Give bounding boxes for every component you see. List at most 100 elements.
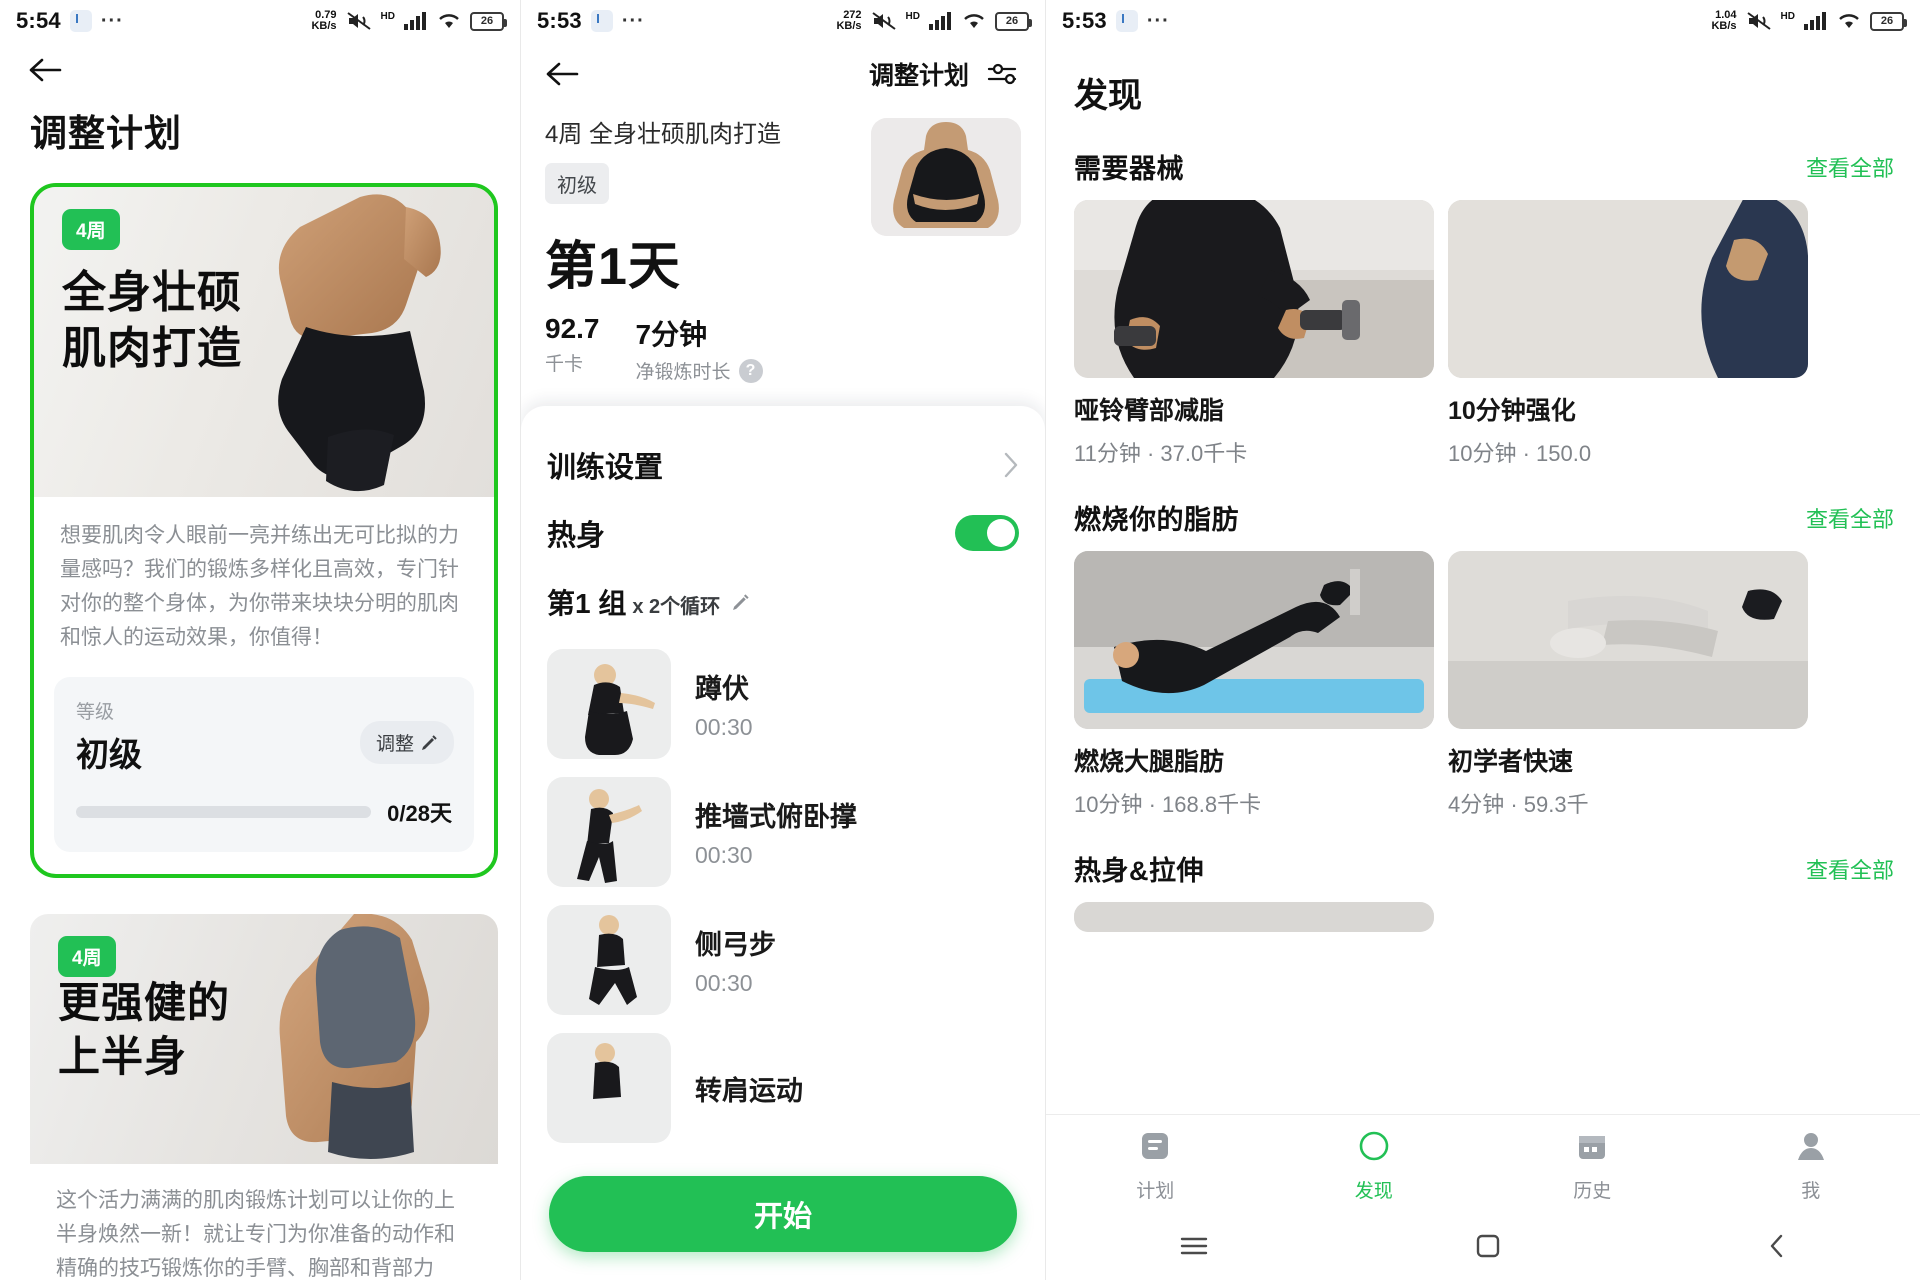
workout-image [1074, 200, 1434, 378]
exercise-thumb [547, 777, 671, 887]
adjust-label: 调整 [375, 734, 414, 756]
exercise-item[interactable]: 蹲伏 00:30 [547, 640, 1019, 768]
more-dots-icon-2: ··· [621, 9, 645, 32]
weeks-badge: 4周 [62, 209, 120, 250]
stats-row: 92.7 千卡 7分钟 净锻炼时长 ? [545, 313, 871, 384]
arrow-left-icon [28, 58, 62, 88]
exercise-text: 侧弓步 00:30 [695, 923, 776, 997]
see-all-link[interactable]: 查看全部 [1806, 502, 1894, 534]
workout-card[interactable] [1074, 902, 1434, 932]
help-icon[interactable]: ? [738, 358, 763, 383]
mute-icon-2 [871, 11, 897, 31]
duration-caption: 净锻炼时长 [635, 362, 731, 383]
exercise-time: 00:30 [695, 714, 753, 740]
start-button[interactable]: 开始 [549, 1176, 1017, 1252]
workout-card[interactable]: 10分钟强化 10分钟 · 150.0 [1448, 200, 1808, 468]
plan-card-selected[interactable]: 4周 全身壮硕 肌肉打造 想要肌肉令人眼前一亮并练出无可比拟的力量感吗？我们的锻… [30, 183, 498, 879]
status-left-3: 5:53 ··· [1062, 8, 1170, 34]
tab-me[interactable]: 我 [1702, 1129, 1920, 1203]
battery-icon: 26 [470, 11, 507, 31]
more-dots-icon-3: ··· [1146, 9, 1170, 32]
tab-plan[interactable]: 计划 [1046, 1129, 1265, 1203]
exercise-item[interactable]: 转肩运动 [547, 1024, 1019, 1152]
exercise-item[interactable]: 侧弓步 00:30 [547, 896, 1019, 1024]
workout-card[interactable]: 燃烧大腿脂肪 10分钟 · 168.8千卡 [1074, 551, 1434, 819]
plan-card-2[interactable]: 4周 更强健的 上半身 这个活力满满的肌肉锻炼计划可以让你的上半身焕然一新！就让… [30, 914, 498, 1280]
signal-icon-2 [929, 12, 953, 30]
workout-image [1448, 551, 1808, 729]
section-title: 热身&拉伸 [1074, 856, 1204, 886]
progress-row: 0/28天 [76, 796, 452, 828]
plan2-title-line1: 更强健的 [58, 979, 231, 1027]
stat-calories: 92.7 千卡 [545, 313, 600, 384]
home-square-icon[interactable] [1475, 1233, 1501, 1264]
level-box: 等级 初级 调整 0/28天 [54, 677, 474, 853]
warmup-label: 热身 [547, 520, 606, 552]
exercise-time: 00:30 [695, 842, 753, 868]
see-all-link[interactable]: 查看全部 [1806, 853, 1894, 885]
tab-label: 我 [1801, 1180, 1821, 1202]
mute-icon [346, 11, 372, 31]
discover-title: 发现 [1074, 77, 1142, 115]
progress-text: 0/28天 [387, 801, 452, 827]
back-button-1[interactable] [0, 42, 520, 89]
hd-icon-3: HD [1780, 10, 1795, 22]
status-bar-1: 5:54 ··· 0.79 KB/s HD 26 [0, 0, 520, 42]
card-row-burn-fat: 燃烧大腿脂肪 10分钟 · 168.8千卡 初学者快速 4分钟 · 59.3千 [1046, 551, 1920, 819]
duration-value: 7分钟 [635, 319, 708, 350]
menu-icon[interactable] [1179, 1235, 1209, 1262]
workout-card[interactable]: 哑铃臂部减脂 11分钟 · 37.0千卡 [1074, 200, 1434, 468]
plan-description: 想要肌肉令人眼前一亮并练出无可比拟的力量感吗？我们的锻炼多样化且高效，专门针对你… [60, 524, 459, 650]
tab-history[interactable]: 历史 [1483, 1129, 1702, 1203]
exercise-text: 蹲伏 00:30 [695, 667, 753, 741]
panel-adjust-plan-list: 5:54 ··· 0.79 KB/s HD 26 调整计划 4周 全身壮硕 肌肉… [0, 0, 520, 1280]
network-speed: 0.79 KB/s [311, 8, 337, 32]
panel2-sheet: 训练设置 热身 第1 组 x 2个循环 蹲伏 00:30 推墙式俯卧撑 00:3… [521, 406, 1045, 1280]
status-right-1: 0.79 KB/s HD 26 [311, 8, 507, 32]
workout-meta: 10分钟 · 168.8千卡 [1074, 792, 1262, 817]
adjust-level-button[interactable]: 调整 [359, 721, 454, 765]
training-settings-label: 训练设置 [547, 452, 664, 484]
tab-label: 发现 [1354, 1180, 1393, 1202]
set-prefix: 第1 组 [547, 588, 627, 619]
workout-card[interactable]: 初学者快速 4分钟 · 59.3千 [1448, 551, 1808, 819]
exercise-time: 00:30 [695, 970, 753, 996]
workout-image [1074, 902, 1434, 932]
calories-value: 92.7 [545, 313, 600, 344]
pencil-icon-set[interactable] [732, 593, 750, 611]
adjust-plan-link[interactable]: 调整计划 [869, 56, 969, 92]
plan-hero-image-2: 4周 更强健的 上半身 [30, 914, 498, 1165]
tab-discover[interactable]: 发现 [1265, 1129, 1484, 1203]
status-time: 5:54 [16, 8, 61, 33]
exercise-item[interactable]: 推墙式俯卧撑 00:30 [547, 768, 1019, 896]
section-title: 需要器械 [1074, 154, 1184, 184]
plan-thumb-photo [871, 118, 1021, 236]
panel2-header-text: 4周 全身壮硕肌肉打造 初级 第1天 92.7 千卡 7分钟 净锻炼时长 ? [545, 114, 871, 384]
sliders-icon[interactable] [987, 61, 1021, 87]
see-all-link[interactable]: 查看全部 [1806, 151, 1894, 183]
status-left-1: 5:54 ··· [16, 8, 124, 34]
person-icon [1794, 1129, 1828, 1168]
wifi-icon-3 [1837, 12, 1861, 30]
panel2-toolbar: 调整计划 [521, 42, 1045, 92]
day-title: 第1天 [545, 238, 681, 296]
signal-icon-3 [1804, 12, 1828, 30]
exercise-thumb [547, 649, 671, 759]
back-chevron-icon[interactable] [1767, 1233, 1787, 1264]
warmup-row[interactable]: 热身 [547, 512, 1019, 582]
hd-icon-2: HD [905, 10, 920, 22]
workout-meta: 4分钟 · 59.3千 [1448, 792, 1589, 817]
arrow-left-icon-2[interactable] [545, 60, 579, 88]
warmup-toggle[interactable] [955, 515, 1019, 551]
workout-meta: 11分钟 · 37.0千卡 [1074, 441, 1248, 466]
calendar-icon [1575, 1129, 1609, 1168]
level-label: 等级 [76, 702, 115, 724]
card-row-equipment: 哑铃臂部减脂 11分钟 · 37.0千卡 10分钟强化 10分钟 · 150.0 [1046, 200, 1920, 468]
athlete-photo-2 [279, 914, 430, 1160]
set-suffix: x 2个循环 [632, 596, 721, 618]
training-settings-row[interactable]: 训练设置 [547, 434, 1019, 512]
notification-badge-icon-3 [1115, 10, 1138, 32]
panel-discover: 5:53 ··· 1.04 KB/s HD 26 发现 需要器械 查看全部 哑铃… [1045, 0, 1920, 1280]
tab-label: 历史 [1573, 1180, 1612, 1202]
plan-name: 4周 全身壮硕肌肉打造 [545, 121, 782, 148]
